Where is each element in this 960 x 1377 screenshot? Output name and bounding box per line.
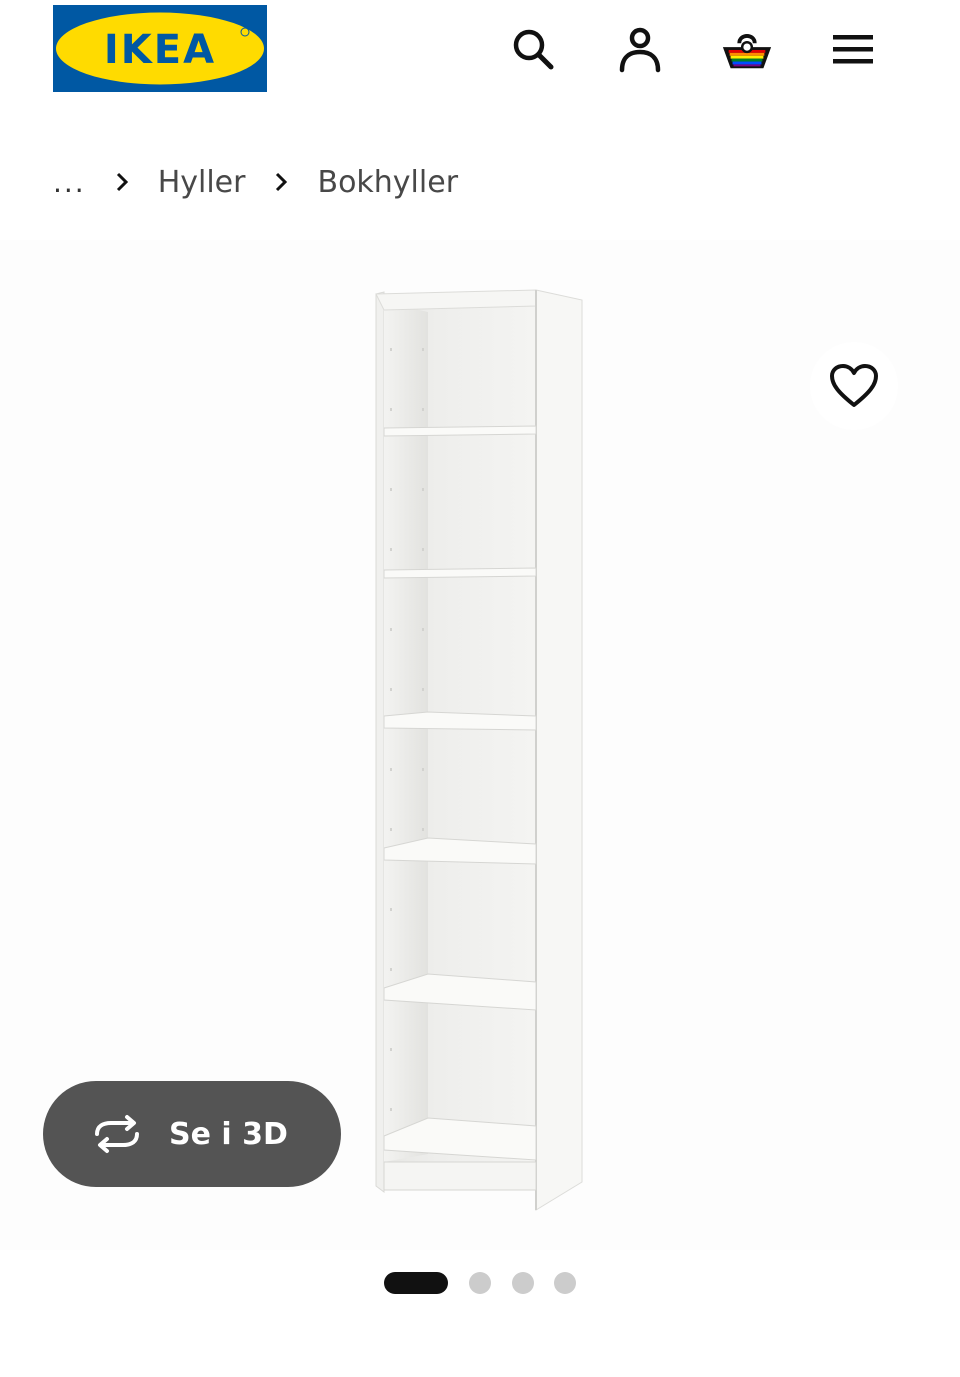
product-image-bookcase [370, 288, 590, 1213]
rotate-3d-icon [87, 1112, 147, 1156]
menu-icon[interactable] [826, 22, 880, 76]
breadcrumb-item-hyller[interactable]: Hyller [158, 165, 246, 200]
logo-text: IKEA [104, 27, 216, 73]
ikea-logo[interactable]: IKEA [53, 5, 267, 92]
site-header: IKEA [0, 0, 960, 110]
carousel-dot-4[interactable] [554, 1272, 576, 1294]
chevron-right-icon [102, 171, 142, 193]
breadcrumb-ellipsis[interactable]: ... [53, 166, 86, 199]
heart-icon [830, 364, 878, 407]
shopping-basket-icon[interactable] [720, 22, 774, 76]
search-icon[interactable] [506, 22, 560, 76]
carousel-pagination [0, 1272, 960, 1294]
breadcrumb: ... Hyller Bokhyller [53, 158, 458, 206]
wishlist-button[interactable] [810, 342, 898, 430]
carousel-dot-3[interactable] [512, 1272, 534, 1294]
view-3d-label: Se i 3D [169, 1116, 288, 1152]
view-3d-button[interactable]: Se i 3D [43, 1081, 341, 1187]
carousel-dot-1[interactable] [384, 1272, 448, 1294]
carousel-dot-2[interactable] [469, 1272, 491, 1294]
chevron-right-icon [261, 171, 301, 193]
product-image-gallery[interactable]: Se i 3D [0, 240, 960, 1250]
breadcrumb-item-bokhyller[interactable]: Bokhyller [317, 165, 458, 200]
account-icon[interactable] [613, 22, 667, 76]
